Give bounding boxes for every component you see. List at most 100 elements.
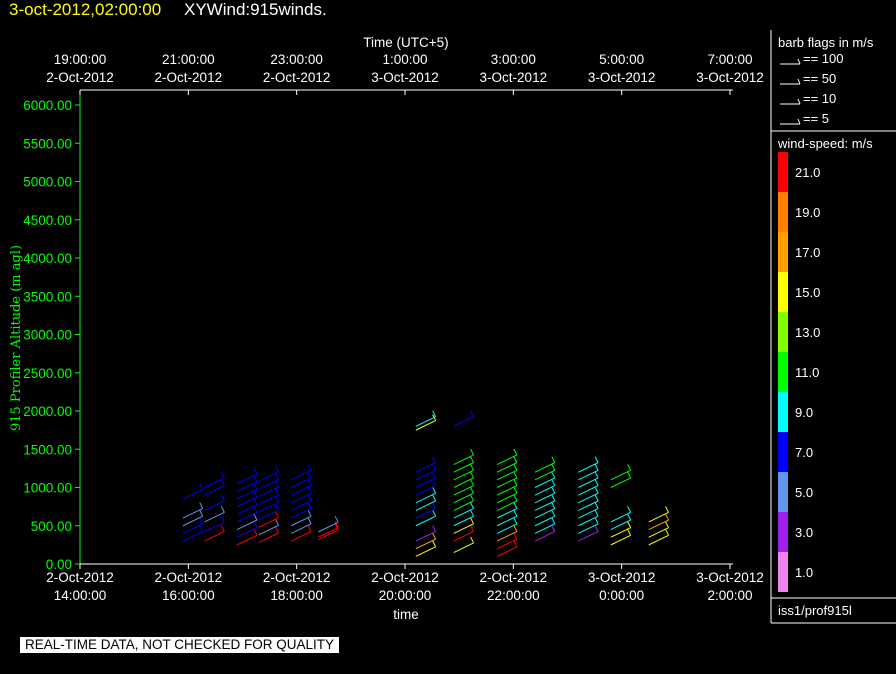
wind-barb-flag xyxy=(470,479,475,486)
wind-profile-chart: 0.00500.001000.001500.002000.002500.0030… xyxy=(9,30,896,624)
wind-barb-flag xyxy=(432,456,437,463)
y-axis-title: 915 Profiler Altitude (m agl) xyxy=(9,245,24,431)
wind-barb-flag xyxy=(275,526,280,534)
wind-barb xyxy=(258,524,279,536)
wind-barb xyxy=(648,527,669,538)
wind-barb xyxy=(534,523,556,534)
x-tick-time-label: 18:00:00 xyxy=(270,588,323,603)
wind-barb xyxy=(258,494,279,505)
wind-barb xyxy=(415,546,436,557)
y-tick-label: 5500.00 xyxy=(23,136,72,151)
wind-barb-flag xyxy=(551,464,556,471)
wind-barb-flag xyxy=(307,494,312,502)
color-scale-label: 17.0 xyxy=(795,245,820,260)
wind-barb-flag xyxy=(432,525,437,532)
speed-legend-title: wind-speed: m/s xyxy=(777,136,873,151)
wind-barb-flag xyxy=(199,517,204,525)
y-tick-label: 6000.00 xyxy=(23,98,72,113)
wind-barb-flag xyxy=(627,471,632,479)
x-tick-date-label: 2-Oct-2012 xyxy=(46,570,114,585)
wind-barb xyxy=(236,534,258,546)
wind-barb xyxy=(258,486,279,498)
wind-barb xyxy=(496,462,518,473)
y-tick-label: 1000.00 xyxy=(23,481,72,496)
wind-barb xyxy=(453,485,474,496)
wind-barb xyxy=(534,485,556,496)
wind-barb-flag xyxy=(470,536,475,544)
wind-barb xyxy=(291,523,312,534)
y-tick-label: 4500.00 xyxy=(23,213,72,228)
wind-barb-flag xyxy=(253,521,258,528)
top-tick-time-label: 21:00:00 xyxy=(162,52,215,67)
wind-barb xyxy=(291,515,312,527)
wind-barb xyxy=(534,515,556,527)
wind-barb xyxy=(415,462,436,473)
wind-barb-flag xyxy=(199,502,204,509)
wind-barb-flag xyxy=(513,487,518,494)
wind-barb-flag xyxy=(307,479,312,486)
wind-barb xyxy=(291,531,312,542)
wind-barb-flag xyxy=(470,487,475,494)
wind-barb-flag xyxy=(594,456,599,463)
wind-barb-flag xyxy=(220,471,225,479)
wind-barb-flag xyxy=(551,509,556,517)
barb-legend-label: == 5 xyxy=(803,111,829,126)
wind-barb-flag xyxy=(220,506,225,513)
wind-barb-flag xyxy=(275,473,280,480)
color-scale-swatch xyxy=(778,192,788,232)
barb-legend-flag xyxy=(797,58,801,65)
wind-barb-flag xyxy=(513,532,518,540)
wind-barb-flag xyxy=(199,483,204,490)
top-tick-time-label: 23:00:00 xyxy=(270,52,323,67)
color-scale-label: 3.0 xyxy=(795,525,813,540)
wind-barb xyxy=(453,542,474,553)
wind-barb xyxy=(648,519,669,531)
wind-barb-flag xyxy=(594,517,599,525)
wind-barb-flag xyxy=(253,467,258,475)
wind-barb-flag xyxy=(470,517,475,525)
wind-barb xyxy=(291,469,312,481)
wind-barb xyxy=(610,519,631,531)
wind-barb xyxy=(578,485,599,496)
wind-barb-flag xyxy=(470,509,475,517)
wind-barb xyxy=(236,496,258,508)
y-tick-label: 3500.00 xyxy=(23,289,72,304)
x-tick-date-label: 3-Oct-2012 xyxy=(696,570,764,585)
wind-barb-flag xyxy=(551,502,556,509)
wind-barb xyxy=(496,469,518,481)
wind-barb-flag xyxy=(470,525,475,532)
wind-barb xyxy=(578,477,599,488)
wind-barb xyxy=(534,492,556,504)
wind-barb xyxy=(415,500,436,511)
wind-barb xyxy=(415,492,436,504)
wind-barb xyxy=(534,469,556,481)
wind-barb xyxy=(578,523,599,534)
wind-barb-flag xyxy=(199,509,204,517)
wind-barb xyxy=(610,477,631,488)
wind-barb xyxy=(496,477,518,488)
top-tick-time-label: 19:00:00 xyxy=(54,52,107,67)
wind-barb-flag xyxy=(513,471,518,479)
wind-barb-flag xyxy=(551,479,556,486)
wind-barb xyxy=(648,534,669,546)
wind-barb xyxy=(291,508,312,519)
wind-barb xyxy=(236,527,258,538)
wind-barb-flag xyxy=(432,471,437,479)
x-tick-date-label: 2-Oct-2012 xyxy=(155,570,223,585)
barb-legend-flag xyxy=(797,78,801,85)
wind-barb xyxy=(610,511,631,523)
wind-barb-flag xyxy=(594,471,599,479)
top-axis-title: Time (UTC+5) xyxy=(363,35,448,50)
wind-barb xyxy=(610,469,631,481)
y-tick-label: 2500.00 xyxy=(23,366,72,381)
color-scale-label: 15.0 xyxy=(795,285,820,300)
wind-barb-flag xyxy=(551,487,556,494)
barb-legend-flag xyxy=(797,98,801,105)
wind-barb-flag xyxy=(551,517,556,525)
wind-barb-flag xyxy=(432,479,437,486)
wind-barb-flag xyxy=(627,521,632,528)
wind-barb-flag xyxy=(551,456,556,463)
wind-barb-flag xyxy=(470,502,475,509)
color-scale-swatch xyxy=(778,272,788,312)
x-tick-time-label: 0:00:00 xyxy=(599,588,644,603)
